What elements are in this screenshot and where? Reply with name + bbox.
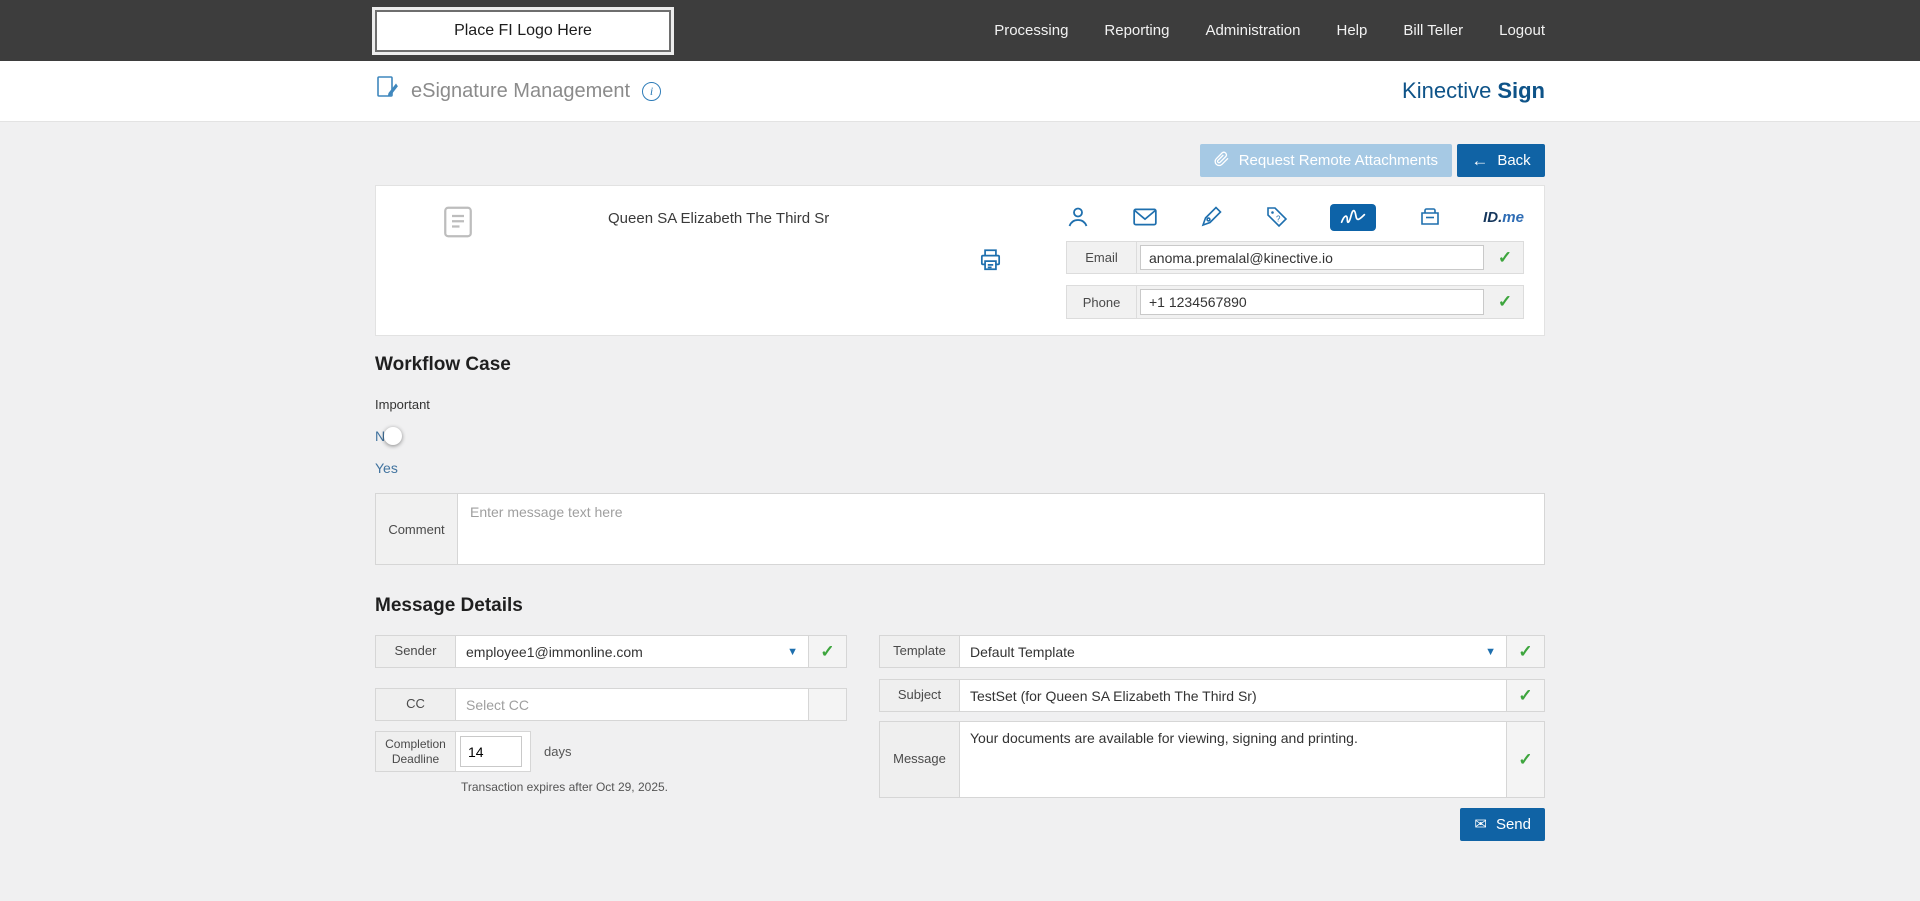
recipient-card: Queen SA Elizabeth The Third Sr: [375, 185, 1545, 336]
chevron-down-icon: ▼: [779, 646, 798, 658]
nav-processing[interactable]: Processing: [994, 22, 1068, 39]
email-field-row: Email ✓: [1066, 241, 1524, 275]
message-details-section: Message Details Sender employee1@immonli…: [375, 595, 1545, 841]
delivery-method-icons: ? ID.me: [1066, 202, 1524, 233]
comment-textarea[interactable]: [458, 494, 1544, 564]
esignature-doc-icon: [375, 75, 399, 107]
message-textarea[interactable]: Your documents are available for viewing…: [960, 722, 1506, 797]
topbar: Place FI Logo Here Processing Reporting …: [0, 0, 1920, 61]
paperclip-icon: [1214, 151, 1230, 171]
top-navigation: Processing Reporting Administration Help…: [994, 22, 1545, 39]
check-icon: ✓: [1518, 750, 1532, 770]
chevron-down-icon: ▼: [1477, 646, 1496, 658]
envelope-icon: ✉: [1474, 817, 1487, 832]
phone-label: Phone: [1067, 286, 1137, 318]
back-arrow-icon: ←: [1471, 152, 1488, 169]
check-icon: ✓: [1518, 642, 1532, 662]
email-valid-cell: ✓: [1487, 242, 1523, 274]
fi-logo-placeholder: Place FI Logo Here: [375, 10, 671, 52]
sender-select[interactable]: employee1@immonline.com ▼: [456, 636, 808, 667]
subject-valid-cell: ✓: [1506, 680, 1544, 711]
message-details-right-column: Template Default Template ▼ ✓ Subject ✓: [879, 617, 1545, 841]
recipient-name: Queen SA Elizabeth The Third Sr: [608, 210, 829, 319]
email-label: Email: [1067, 242, 1137, 274]
completion-deadline-label: Completion Deadline: [376, 732, 456, 771]
app-header: eSignature Management i KinectiveSign: [0, 61, 1920, 122]
completion-deadline-row: Completion Deadline days: [375, 731, 847, 772]
cc-input[interactable]: [456, 689, 808, 720]
page-title: eSignature Management: [411, 80, 630, 103]
send-button-row: ✉ Send: [879, 808, 1545, 841]
back-button[interactable]: ← Back: [1457, 144, 1545, 177]
svg-text:?: ?: [1276, 215, 1281, 224]
phone-input[interactable]: [1140, 289, 1484, 315]
template-label: Template: [880, 636, 960, 667]
nav-reporting[interactable]: Reporting: [1104, 22, 1169, 39]
cc-field-row: CC: [375, 688, 847, 721]
nav-user-bill-teller[interactable]: Bill Teller: [1403, 22, 1463, 39]
workflow-case-section: Workflow Case Important No Yes Comment: [375, 354, 1545, 565]
check-icon: ✓: [820, 642, 834, 662]
brand-logo: KinectiveSign: [1402, 78, 1545, 104]
subject-input[interactable]: [960, 680, 1506, 711]
signature-pen-icon[interactable]: [1199, 205, 1223, 229]
kba-tag-question-icon[interactable]: ?: [1265, 205, 1289, 229]
sender-valid-cell: ✓: [808, 636, 846, 667]
in-person-icon[interactable]: [1066, 205, 1090, 229]
sender-label: Sender: [376, 636, 456, 667]
request-remote-attachments-button[interactable]: Request Remote Attachments: [1200, 144, 1452, 177]
phone-field-row: Phone ✓: [1066, 285, 1524, 319]
message-label: Message: [880, 722, 960, 797]
document-thumbnail-icon: [440, 202, 480, 319]
email-delivery-icon[interactable]: [1132, 206, 1158, 228]
message-field-row: Message Your documents are available for…: [879, 721, 1545, 798]
comment-label: Comment: [376, 494, 458, 564]
phone-valid-cell: ✓: [1487, 286, 1523, 318]
message-valid-cell: ✓: [1506, 722, 1544, 797]
template-field-row: Template Default Template ▼ ✓: [879, 635, 1545, 668]
app-title: eSignature Management i: [375, 75, 661, 107]
main-content: Request Remote Attachments ← Back Queen …: [375, 144, 1545, 841]
important-label: Important: [375, 397, 1545, 412]
check-icon: ✓: [1498, 248, 1512, 268]
expiration-note: Transaction expires after Oct 29, 2025.: [461, 780, 847, 794]
cc-status-cell: [808, 689, 846, 720]
print-button[interactable]: [977, 204, 1004, 319]
kiosk-icon[interactable]: [1418, 205, 1442, 229]
idme-logo[interactable]: ID.me: [1483, 209, 1524, 226]
template-valid-cell: ✓: [1506, 636, 1544, 667]
message-details-grid: Sender employee1@immonline.com ▼ ✓ CC: [375, 617, 1545, 841]
days-unit-label: days: [544, 744, 571, 759]
toggle-knob[interactable]: [384, 427, 402, 445]
message-details-left-column: Sender employee1@immonline.com ▼ ✓ CC: [375, 617, 847, 841]
sender-field-row: Sender employee1@immonline.com ▼ ✓: [375, 635, 847, 668]
draw-signature-icon-selected[interactable]: [1330, 204, 1376, 231]
nav-help[interactable]: Help: [1337, 22, 1368, 39]
subject-field-row: Subject ✓: [879, 679, 1545, 712]
printer-icon: [977, 261, 1004, 276]
completion-deadline-input[interactable]: [460, 736, 522, 767]
info-icon[interactable]: i: [642, 82, 661, 101]
email-input[interactable]: [1140, 245, 1484, 271]
subject-label: Subject: [880, 680, 960, 711]
template-select[interactable]: Default Template ▼: [960, 636, 1506, 667]
important-option-yes[interactable]: Yes: [375, 460, 445, 476]
delivery-panel: ? ID.me: [1066, 202, 1524, 319]
check-icon: ✓: [1498, 292, 1512, 312]
nav-administration[interactable]: Administration: [1205, 22, 1300, 39]
comment-field-row: Comment: [375, 493, 1545, 565]
nav-logout[interactable]: Logout: [1499, 22, 1545, 39]
workflow-case-title: Workflow Case: [375, 354, 1545, 376]
send-button[interactable]: ✉ Send: [1460, 808, 1545, 841]
check-icon: ✓: [1518, 686, 1532, 706]
cc-label: CC: [376, 689, 456, 720]
message-details-title: Message Details: [375, 595, 1545, 617]
important-option-no[interactable]: No: [375, 427, 445, 445]
toolbar-actions: Request Remote Attachments ← Back: [375, 144, 1545, 177]
